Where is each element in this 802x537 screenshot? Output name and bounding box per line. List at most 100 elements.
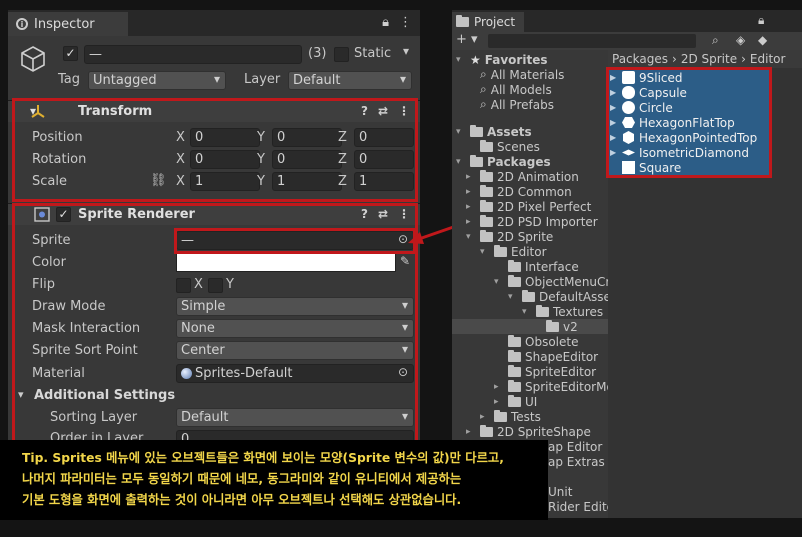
favorite-item[interactable]: ⌕ All Materials bbox=[480, 67, 564, 82]
more-icon[interactable]: ⋮ bbox=[399, 15, 412, 30]
sorting-layer-dropdown[interactable]: Default bbox=[176, 408, 414, 427]
more-icon[interactable]: ⋮ bbox=[398, 104, 410, 118]
project-toolbar: + ▾ ⌕ ◈ ◆ bbox=[452, 32, 802, 50]
scale-y-field[interactable]: 1 bbox=[272, 172, 342, 191]
sprite-renderer-enabled-checkbox[interactable]: ✓ bbox=[56, 207, 71, 222]
tree-folder[interactable]: ▾ 2D Sprite bbox=[466, 229, 553, 244]
tree-folder[interactable]: ▸ 2D Animation bbox=[466, 169, 579, 184]
breadcrumb-item[interactable]: Editor bbox=[750, 52, 786, 66]
folder-icon bbox=[480, 229, 493, 242]
object-name-field[interactable]: — bbox=[84, 45, 302, 64]
rotation-y-field[interactable]: 0 bbox=[272, 150, 342, 169]
sprite-renderer-header[interactable]: ✓ Sprite Renderer ? ⇄ ⋮ bbox=[8, 203, 420, 225]
create-button[interactable]: + ▾ bbox=[456, 32, 478, 47]
folder-icon bbox=[546, 319, 559, 332]
label-tag-icon[interactable]: ◆ bbox=[758, 33, 767, 47]
breadcrumb-item[interactable]: Packages bbox=[612, 52, 668, 66]
search-icon[interactable]: ⌕ bbox=[712, 33, 719, 48]
flip-y-checkbox[interactable] bbox=[208, 278, 223, 293]
rotation-x-field[interactable]: 0 bbox=[190, 150, 260, 169]
favorite-item[interactable]: ⌕ All Prefabs bbox=[480, 97, 554, 112]
tree-folder[interactable]: Scenes bbox=[480, 139, 540, 154]
tree-folder[interactable]: ▾ ObjectMenuCre bbox=[494, 274, 617, 289]
inspector-window: i Inspector 🔒︎ ⋮ ✓ — (3) Static ▾ Tag Un… bbox=[8, 10, 420, 480]
asset-square[interactable]: Square bbox=[608, 160, 770, 175]
favorites-node[interactable]: ▾ ★ Favorites bbox=[456, 52, 547, 67]
mask-interaction-dropdown[interactable]: None bbox=[176, 319, 414, 338]
tree-folder[interactable]: ▾ Editor bbox=[480, 244, 547, 259]
lock-icon[interactable]: 🔒︎ bbox=[382, 15, 389, 30]
tree-folder[interactable]: ap Extras bbox=[548, 454, 605, 469]
tree-folder[interactable]: ▾ DefaultAsset bbox=[508, 289, 616, 304]
asset-9sliced[interactable]: ▶ 9Sliced bbox=[608, 70, 770, 85]
tree-folder[interactable]: ▸ Tests bbox=[480, 409, 541, 424]
tree-folder[interactable]: ▸ 2D SpriteShape bbox=[466, 424, 591, 439]
tree-folder[interactable]: SpriteEditor bbox=[494, 364, 596, 379]
tree-folder[interactable]: Obsolete bbox=[494, 334, 578, 349]
favorite-item[interactable]: ⌕ All Models bbox=[480, 82, 552, 97]
preset-icon[interactable]: ⇄ bbox=[378, 207, 388, 221]
rotation-z-field[interactable]: 0 bbox=[354, 150, 414, 169]
tree-folder[interactable]: ▸ SpriteEditorMo bbox=[494, 379, 614, 394]
tree-folder[interactable]: ▸ 2D Pixel Perfect bbox=[466, 199, 591, 214]
filter-type-icon[interactable]: ◈ bbox=[736, 33, 745, 47]
eyedropper-icon[interactable]: ✎ bbox=[400, 254, 410, 268]
asset-circle[interactable]: ▶ Circle bbox=[608, 100, 770, 115]
tree-folder[interactable]: ▾ Textures bbox=[522, 304, 603, 319]
asset-hexagon-flat-top[interactable]: ▶ HexagonFlatTop bbox=[608, 115, 770, 130]
asset-capsule[interactable]: ▶ Capsule bbox=[608, 85, 770, 100]
scale-x-field[interactable]: 1 bbox=[190, 172, 260, 191]
hexagon-sprite-icon bbox=[622, 117, 635, 128]
sprite-field[interactable]: — bbox=[176, 231, 414, 250]
static-checkbox[interactable] bbox=[334, 47, 349, 62]
folder-icon bbox=[508, 334, 521, 347]
additional-settings-label[interactable]: Additional Settings bbox=[34, 388, 175, 403]
tree-folder[interactable]: ▸ UI bbox=[494, 394, 537, 409]
flip-x-checkbox[interactable] bbox=[176, 278, 191, 293]
tree-folder[interactable]: ap Editor bbox=[548, 439, 602, 454]
object-picker-icon[interactable]: ⊙ bbox=[398, 365, 408, 379]
sprite-sort-point-dropdown[interactable]: Center bbox=[176, 341, 414, 360]
link-icon[interactable]: ⛓︎ bbox=[150, 173, 167, 188]
axis-x-label: X bbox=[176, 174, 185, 189]
transform-header[interactable]: ▾ Transform ? ⇄ ⋮ bbox=[8, 100, 420, 122]
breadcrumb-item[interactable]: 2D Sprite bbox=[681, 52, 737, 66]
tree-folder[interactable]: ▸ 2D Common bbox=[466, 184, 572, 199]
tree-folder[interactable]: ▸ 2D PSD Importer bbox=[466, 214, 598, 229]
lock-icon[interactable]: 🔒︎ bbox=[758, 13, 764, 28]
asset-hexagon-pointed-top[interactable]: ▶ HexagonPointedTop bbox=[608, 130, 770, 145]
material-field[interactable]: Sprites-Default bbox=[176, 364, 414, 383]
gameobject-cube-icon[interactable] bbox=[18, 44, 48, 74]
folder-label: 2D Common bbox=[497, 184, 572, 199]
tree-folder[interactable]: ShapeEditor bbox=[494, 349, 598, 364]
tree-folder[interactable]: Rider Edito bbox=[548, 499, 614, 514]
tab-inspector[interactable]: i Inspector bbox=[8, 12, 128, 36]
layer-dropdown[interactable]: Default bbox=[288, 71, 412, 90]
fold-arrow-icon[interactable]: ▾ bbox=[18, 388, 24, 401]
expand-arrow-icon: ▸ bbox=[494, 396, 499, 407]
tree-folder[interactable]: Unit bbox=[548, 484, 572, 499]
asset-isometric-diamond[interactable]: ▶ IsometricDiamond bbox=[608, 145, 770, 160]
help-icon[interactable]: ? bbox=[361, 104, 368, 118]
square-sprite-icon bbox=[622, 161, 635, 174]
axis-y-label: Y bbox=[257, 130, 265, 145]
active-checkbox[interactable]: ✓ bbox=[63, 46, 78, 61]
tag-dropdown[interactable]: Untagged bbox=[88, 71, 226, 90]
help-icon[interactable]: ? bbox=[361, 207, 368, 221]
asset-label: HexagonPointedTop bbox=[639, 130, 758, 145]
tree-folder-selected[interactable]: v2 bbox=[546, 319, 578, 334]
color-swatch[interactable] bbox=[176, 253, 396, 272]
position-x-field[interactable]: 0 bbox=[190, 128, 260, 147]
draw-mode-dropdown[interactable]: Simple bbox=[176, 297, 414, 316]
position-y-field[interactable]: 0 bbox=[272, 128, 342, 147]
position-z-field[interactable]: 0 bbox=[354, 128, 414, 147]
tab-project[interactable]: Project bbox=[452, 12, 524, 32]
preset-icon[interactable]: ⇄ bbox=[378, 104, 388, 118]
caption-line: Tip. Sprites 메뉴에 있는 오브젝트들은 화면에 보이는 모양(Sp… bbox=[22, 451, 504, 465]
tree-folder[interactable]: Interface bbox=[494, 259, 579, 274]
folder-icon bbox=[470, 154, 483, 167]
assets-node[interactable]: ▾ Assets bbox=[456, 124, 532, 139]
static-dropdown-icon[interactable]: ▾ bbox=[403, 44, 409, 58]
search-input[interactable] bbox=[488, 34, 696, 48]
packages-node[interactable]: ▾ Packages bbox=[456, 154, 551, 169]
